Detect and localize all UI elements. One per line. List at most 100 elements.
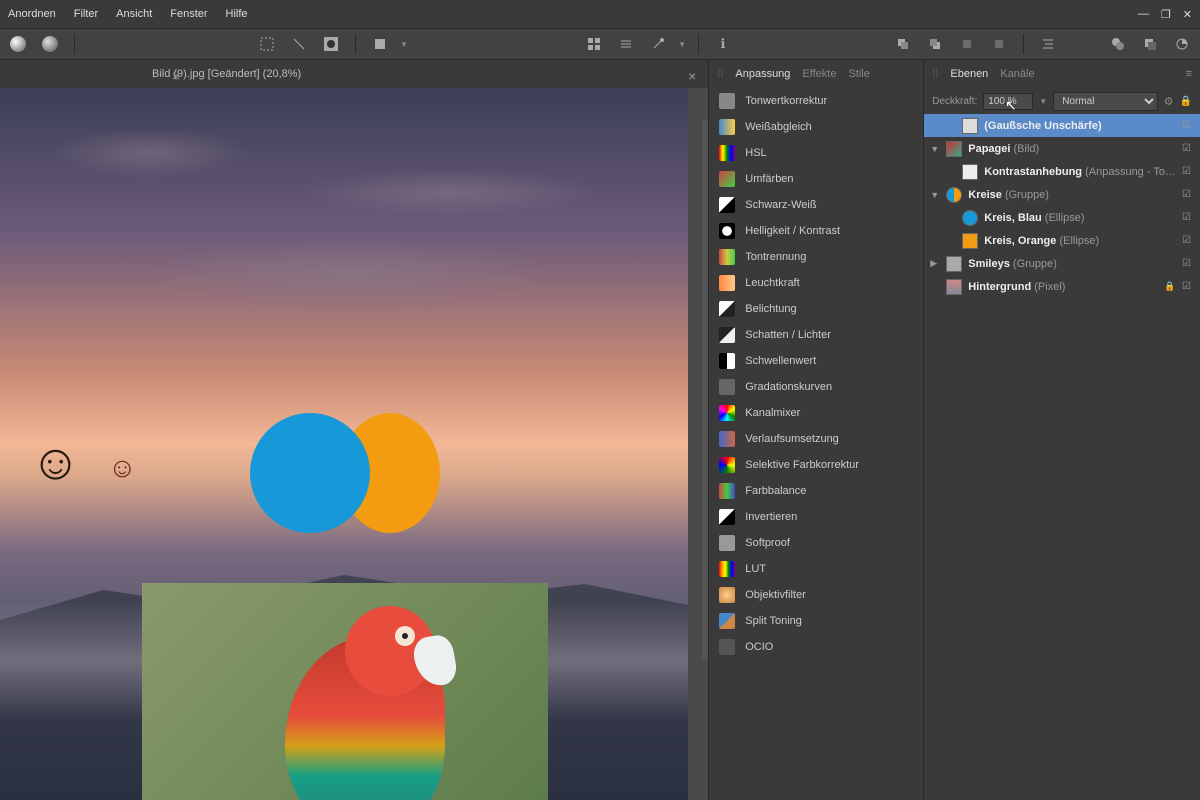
visibility-checkbox[interactable]: ☑	[1182, 258, 1194, 269]
panel-menu-icon[interactable]: ≡	[1186, 68, 1192, 80]
info-icon[interactable]: ℹ	[711, 32, 735, 56]
adjustment-item[interactable]: Umfärben	[709, 166, 923, 192]
menu-hilfe[interactable]: Hilfe	[226, 8, 248, 20]
tab-close2-icon[interactable]: ×	[688, 68, 696, 84]
dropdown2-icon[interactable]: ▼	[678, 40, 686, 49]
tab-label[interactable]: Bild (9).jpg [Geändert] (20,8%)	[140, 68, 313, 80]
layer-item[interactable]: (Gaußsche Unschärfe) ☑	[924, 114, 1200, 137]
lock-icon[interactable]: 🔒	[1180, 96, 1192, 107]
layer-item[interactable]: Hintergrund (Pixel) 🔒 ☑	[924, 275, 1200, 298]
tab-stile[interactable]: Stile	[848, 68, 869, 80]
tab-anpassung[interactable]: Anpassung	[735, 68, 790, 80]
opacity-drop-icon[interactable]: ▼	[1039, 97, 1047, 106]
dropdown-icon[interactable]: ▼	[400, 40, 408, 49]
visibility-checkbox[interactable]: ☑	[1182, 235, 1194, 246]
arrange1-icon[interactable]	[891, 32, 915, 56]
canvas[interactable]: ☺ ☺	[0, 88, 688, 800]
shape1-icon[interactable]	[1106, 32, 1130, 56]
adjustment-label: Helligkeit / Kontrast	[745, 225, 840, 237]
adjustment-item[interactable]: Schwarz-Weiß	[709, 192, 923, 218]
marquee-icon[interactable]	[255, 32, 279, 56]
visibility-checkbox[interactable]: ☑	[1182, 281, 1194, 292]
visibility-checkbox[interactable]: ☑	[1182, 120, 1194, 131]
mask-icon[interactable]	[319, 32, 343, 56]
arrange2-icon[interactable]	[923, 32, 947, 56]
grip-icon[interactable]: ⁞⁞	[717, 68, 723, 80]
arrange4-icon[interactable]	[987, 32, 1011, 56]
lasso-icon[interactable]	[287, 32, 311, 56]
layer-thumb	[962, 210, 978, 226]
shape2-icon[interactable]	[1138, 32, 1162, 56]
wand-icon[interactable]	[646, 32, 670, 56]
close-icon[interactable]: ✕	[1183, 8, 1192, 21]
visibility-checkbox[interactable]: ☑	[1182, 143, 1194, 154]
adjustment-item[interactable]: Selektive Farbkorrektur	[709, 452, 923, 478]
adjustment-item[interactable]: Tontrennung	[709, 244, 923, 270]
list-icon[interactable]	[614, 32, 638, 56]
adjustment-item[interactable]: Belichtung	[709, 296, 923, 322]
adjustment-item[interactable]: Objektivfilter	[709, 582, 923, 608]
layers-panel: ⁞⁞ Ebenen Kanäle ≡ Deckkraft: ▼ Normal ⚙…	[923, 60, 1200, 800]
adjustments-panel: ⁞⁞ Anpassung Effekte Stile Tonwertkorrek…	[708, 60, 923, 800]
scrollbar[interactable]	[702, 120, 708, 660]
adjustment-icon	[719, 639, 735, 655]
blend-mode-select[interactable]: Normal	[1053, 92, 1157, 111]
layer-item[interactable]: Kreis, Orange (Ellipse)☑	[924, 229, 1200, 252]
adjustment-item[interactable]: Kanalmixer	[709, 400, 923, 426]
color-sphere-1[interactable]	[6, 32, 30, 56]
minimize-icon[interactable]: —	[1138, 8, 1149, 21]
adjustment-item[interactable]: Schatten / Lichter	[709, 322, 923, 348]
adjustment-item[interactable]: Schwellenwert	[709, 348, 923, 374]
adjustment-item[interactable]: Invertieren	[709, 504, 923, 530]
grid-icon[interactable]	[582, 32, 606, 56]
opacity-input[interactable]	[983, 93, 1033, 110]
adjustment-item[interactable]: Softproof	[709, 530, 923, 556]
maximize-icon[interactable]: ❐	[1161, 8, 1171, 21]
shape3-icon[interactable]	[1170, 32, 1194, 56]
adjustment-item[interactable]: Split Toning	[709, 608, 923, 634]
adjustment-item[interactable]: Farbbalance	[709, 478, 923, 504]
adjustment-label: Schwellenwert	[745, 355, 816, 367]
visibility-checkbox[interactable]: ☑	[1182, 189, 1194, 200]
grip-icon[interactable]: ⁞⁞	[932, 68, 938, 80]
adjustment-item[interactable]: Gradationskurven	[709, 374, 923, 400]
document-tabs: × Bild (9).jpg [Geändert] (20,8%) ×	[0, 60, 708, 88]
tab-close-icon[interactable]: ×	[172, 68, 180, 84]
tab-ebenen[interactable]: Ebenen	[950, 68, 988, 80]
menu-anordnen[interactable]: Anordnen	[8, 8, 56, 20]
fill-icon[interactable]	[368, 32, 392, 56]
layer-item[interactable]: ▼Kreise (Gruppe)☑	[924, 183, 1200, 206]
adjustment-item[interactable]: Leuchtkraft	[709, 270, 923, 296]
tab-effekte[interactable]: Effekte	[802, 68, 836, 80]
adjustment-item[interactable]: LUT	[709, 556, 923, 582]
layer-item[interactable]: Kontrastanhebung (Anpassung - To…☑	[924, 160, 1200, 183]
adjustment-label: Objektivfilter	[745, 589, 806, 601]
layer-item[interactable]: ▶Smileys (Gruppe)☑	[924, 252, 1200, 275]
color-sphere-2[interactable]	[38, 32, 62, 56]
layer-item[interactable]: Kreis, Blau (Ellipse)☑	[924, 206, 1200, 229]
menu-filter[interactable]: Filter	[74, 8, 98, 20]
adjustment-item[interactable]: OCIO	[709, 634, 923, 660]
gear-icon[interactable]: ⚙	[1164, 95, 1174, 108]
tab-kanaele[interactable]: Kanäle	[1000, 68, 1034, 80]
layer-item[interactable]: ▼Papagei (Bild)☑	[924, 137, 1200, 160]
lock-icon[interactable]: 🔒	[1164, 281, 1176, 292]
visibility-checkbox[interactable]: ☑	[1182, 212, 1194, 223]
adjustment-item[interactable]: Verlaufsumsetzung	[709, 426, 923, 452]
adjustment-item[interactable]: Tonwertkorrektur	[709, 88, 923, 114]
adjustment-label: Umfärben	[745, 173, 793, 185]
adjustment-item[interactable]: Weißabgleich	[709, 114, 923, 140]
arrange3-icon[interactable]	[955, 32, 979, 56]
adjustment-item[interactable]: HSL	[709, 140, 923, 166]
expand-icon[interactable]: ▶	[930, 258, 940, 269]
expand-icon[interactable]: ▼	[930, 144, 940, 154]
align-icon[interactable]	[1036, 32, 1060, 56]
visibility-checkbox[interactable]: ☑	[1182, 166, 1194, 177]
expand-icon[interactable]: ▼	[930, 190, 940, 200]
circle-blue	[250, 413, 370, 533]
menu-ansicht[interactable]: Ansicht	[116, 8, 152, 20]
layer-name: Hintergrund (Pixel)	[968, 281, 1158, 293]
cloud	[150, 238, 550, 308]
menu-fenster[interactable]: Fenster	[170, 8, 207, 20]
adjustment-item[interactable]: Helligkeit / Kontrast	[709, 218, 923, 244]
